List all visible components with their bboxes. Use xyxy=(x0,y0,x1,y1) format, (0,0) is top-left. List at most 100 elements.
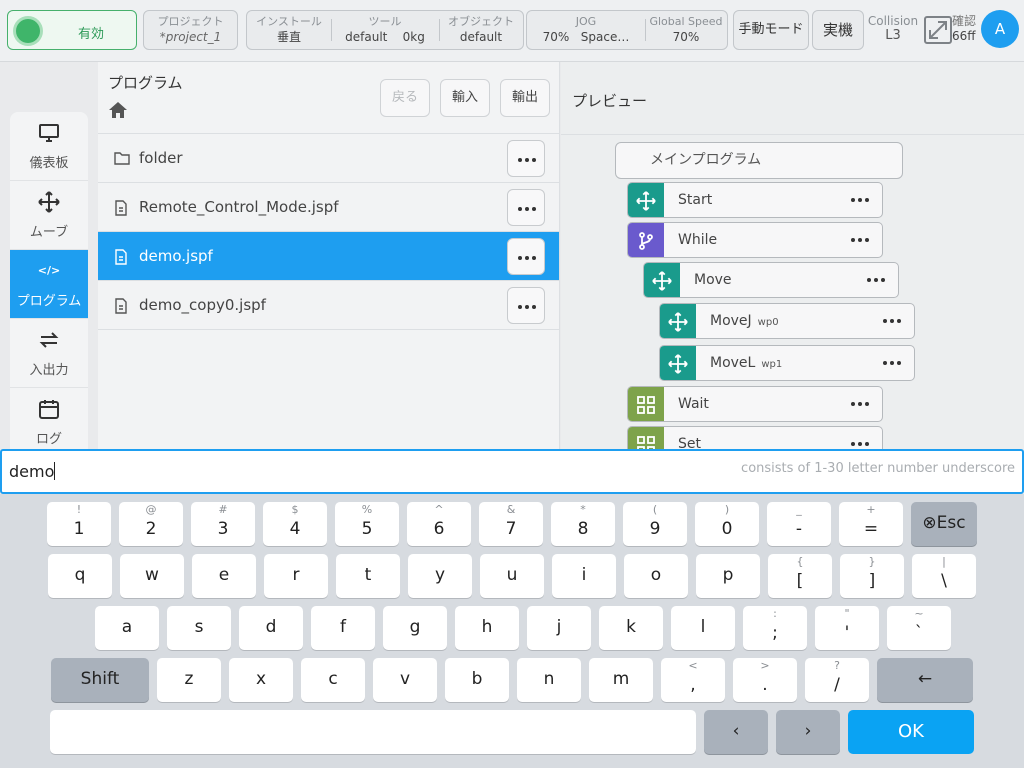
key-row3-9[interactable]: :; xyxy=(743,606,807,650)
key-row2-3[interactable]: r xyxy=(264,554,328,598)
key-row4-8[interactable]: >. xyxy=(733,658,797,702)
key-row4-3[interactable]: v xyxy=(373,658,437,702)
more-options-button[interactable] xyxy=(507,189,545,226)
key-row4-7[interactable]: <, xyxy=(661,658,725,702)
real-machine-button[interactable]: 実機 xyxy=(812,10,864,50)
user-avatar[interactable]: A xyxy=(981,10,1019,48)
node-more-icon[interactable] xyxy=(851,402,872,406)
main-program-node[interactable]: メインプログラム xyxy=(615,142,903,179)
shift-key[interactable]: Shift xyxy=(51,658,149,702)
file-row-remote-control[interactable]: Remote_Control_Mode.jspf xyxy=(98,183,559,232)
key-row1-1[interactable]: @2 xyxy=(119,502,183,546)
program-node-while[interactable]: While xyxy=(627,222,883,258)
key-row2-8[interactable]: o xyxy=(624,554,688,598)
program-node-movej[interactable]: MoveJ wp0 xyxy=(659,303,915,339)
confirm-status[interactable]: 確認 66ff xyxy=(952,14,982,44)
key-row2-6[interactable]: u xyxy=(480,554,544,598)
tool-selector[interactable]: ツール default 0kg xyxy=(331,11,439,49)
key-row2-10[interactable]: {[ xyxy=(768,554,832,598)
key-row3-6[interactable]: j xyxy=(527,606,591,650)
global-speed-selector[interactable]: Global Speed 70% xyxy=(645,11,727,49)
more-options-button[interactable] xyxy=(507,238,545,275)
key-row4-6[interactable]: m xyxy=(589,658,653,702)
key-row3-8[interactable]: l xyxy=(671,606,735,650)
back-button[interactable]: 戻る xyxy=(380,79,430,117)
key-row4-1[interactable]: x xyxy=(229,658,293,702)
node-more-icon[interactable] xyxy=(883,319,904,323)
ok-key[interactable]: OK xyxy=(848,710,974,754)
key-row3-4[interactable]: g xyxy=(383,606,447,650)
key-row2-4[interactable]: t xyxy=(336,554,400,598)
nav-item-log[interactable]: ログ xyxy=(10,388,88,452)
program-node-wait[interactable]: Wait xyxy=(627,386,883,422)
more-options-button[interactable] xyxy=(507,140,545,177)
backspace-key[interactable]: ← xyxy=(877,658,973,702)
file-row-demo[interactable]: demo.jspf xyxy=(98,232,559,281)
key-row4-4[interactable]: b xyxy=(445,658,509,702)
object-selector[interactable]: オブジェクト default xyxy=(439,11,523,49)
key-row1-6[interactable]: & 7 xyxy=(479,502,543,546)
more-options-button[interactable] xyxy=(507,287,545,324)
text-input-field[interactable]: demo consists of 1-30 letter number unde… xyxy=(0,449,1024,494)
enable-button[interactable]: 有効 xyxy=(7,10,137,50)
key-row2-2[interactable]: e xyxy=(192,554,256,598)
key-row3-1[interactable]: s xyxy=(167,606,231,650)
key-row2-5[interactable]: y xyxy=(408,554,472,598)
key-row3-11[interactable]: ~ ` xyxy=(887,606,951,650)
nav-item-dashboard[interactable]: 儀表板 xyxy=(10,112,88,181)
key-row2-7[interactable]: i xyxy=(552,554,616,598)
space-key[interactable] xyxy=(50,710,696,754)
program-node-move[interactable]: Move xyxy=(643,262,899,298)
key-row2-9[interactable]: p xyxy=(696,554,760,598)
key-row4-5[interactable]: n xyxy=(517,658,581,702)
file-row-demo-copy[interactable]: demo_copy0.jspf xyxy=(98,281,559,330)
esc-key[interactable]: ⊗Esc xyxy=(911,502,977,546)
cursor-right-key[interactable]: › xyxy=(776,710,840,754)
expand-icon[interactable] xyxy=(924,16,952,44)
program-node-start[interactable]: Start xyxy=(627,182,883,218)
key-row3-10[interactable]: " ' xyxy=(815,606,879,650)
key-row2-1[interactable]: w xyxy=(120,554,184,598)
key-row2-12[interactable]: | \ xyxy=(912,554,976,598)
key-row3-2[interactable]: d xyxy=(239,606,303,650)
nav-item-program[interactable]: </> プログラム xyxy=(10,250,88,319)
key-row1-9[interactable]: ) 0 xyxy=(695,502,759,546)
node-more-icon[interactable] xyxy=(883,361,904,365)
node-more-icon[interactable] xyxy=(851,198,872,202)
import-button[interactable]: 輸入 xyxy=(440,79,490,117)
file-row-folder[interactable]: folder xyxy=(98,134,559,183)
key-row1-10[interactable]: _ - xyxy=(767,502,831,546)
node-more-icon[interactable] xyxy=(851,238,872,242)
key-row1-2[interactable]: #3 xyxy=(191,502,255,546)
key-row1-11[interactable]: + = xyxy=(839,502,903,546)
program-node-movel[interactable]: MoveL wp1 xyxy=(659,345,915,381)
key-row3-7[interactable]: k xyxy=(599,606,663,650)
collision-value: L3 xyxy=(885,28,901,43)
project-selector[interactable]: プロジェクト *project_1 xyxy=(143,10,238,50)
jog-selector[interactable]: JOG 70% Space… xyxy=(527,11,645,49)
nav-item-move[interactable]: ムーブ xyxy=(10,181,88,250)
manual-mode-button[interactable]: 手動モード xyxy=(733,10,809,50)
home-icon[interactable] xyxy=(108,100,128,120)
key-row1-7[interactable]: * 8 xyxy=(551,502,615,546)
node-more-icon[interactable] xyxy=(867,278,888,282)
key-row3-3[interactable]: f xyxy=(311,606,375,650)
nav-item-io[interactable]: 入出力 xyxy=(10,319,88,388)
collision-level[interactable]: Collision L3 xyxy=(866,14,920,44)
key-row4-2[interactable]: c xyxy=(301,658,365,702)
key-row4-9[interactable]: ? / xyxy=(805,658,869,702)
key-row3-0[interactable]: a xyxy=(95,606,159,650)
node-more-icon[interactable] xyxy=(851,442,872,446)
install-selector[interactable]: インストール 垂直 xyxy=(247,11,331,49)
key-row1-3[interactable]: $4 xyxy=(263,502,327,546)
key-row2-11[interactable]: }] xyxy=(840,554,904,598)
cursor-left-key[interactable]: ‹ xyxy=(704,710,768,754)
key-row1-4[interactable]: % 5 xyxy=(335,502,399,546)
key-row3-5[interactable]: h xyxy=(455,606,519,650)
key-row1-5[interactable]: ^ 6 xyxy=(407,502,471,546)
key-row1-0[interactable]: ! 1 xyxy=(47,502,111,546)
key-row4-0[interactable]: z xyxy=(157,658,221,702)
key-row2-0[interactable]: q xyxy=(48,554,112,598)
export-button[interactable]: 輸出 xyxy=(500,79,550,117)
key-row1-8[interactable]: (9 xyxy=(623,502,687,546)
